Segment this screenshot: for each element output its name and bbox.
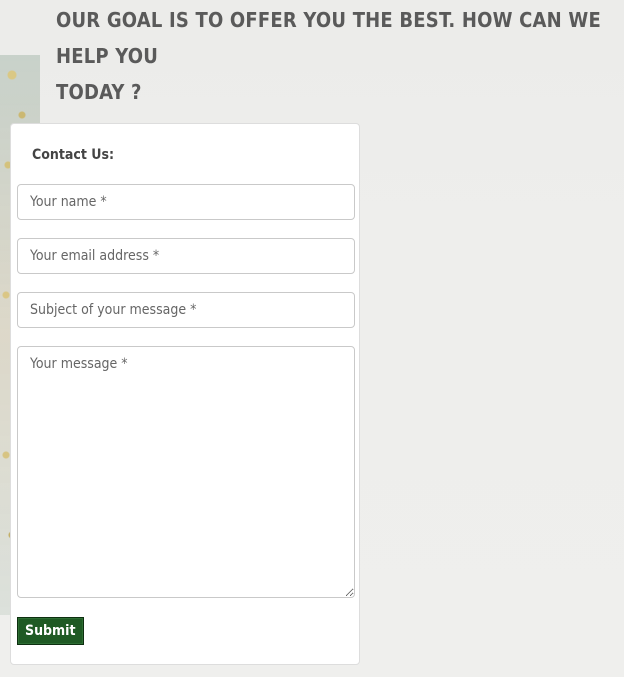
- page-heading-line-2: TODAY ?: [56, 80, 142, 104]
- contact-form-title: Contact Us:: [32, 147, 115, 163]
- email-input[interactable]: [17, 238, 355, 274]
- page-heading: OUR GOAL IS TO OFFER YOU THE BEST. HOW C…: [56, 2, 624, 110]
- name-input[interactable]: [17, 184, 355, 220]
- page-heading-line-1: OUR GOAL IS TO OFFER YOU THE BEST. HOW C…: [56, 8, 601, 68]
- submit-button[interactable]: Submit: [17, 617, 84, 645]
- subject-input[interactable]: [17, 292, 355, 328]
- message-textarea[interactable]: [17, 346, 355, 598]
- contact-form-card: Contact Us: Submit: [10, 123, 360, 665]
